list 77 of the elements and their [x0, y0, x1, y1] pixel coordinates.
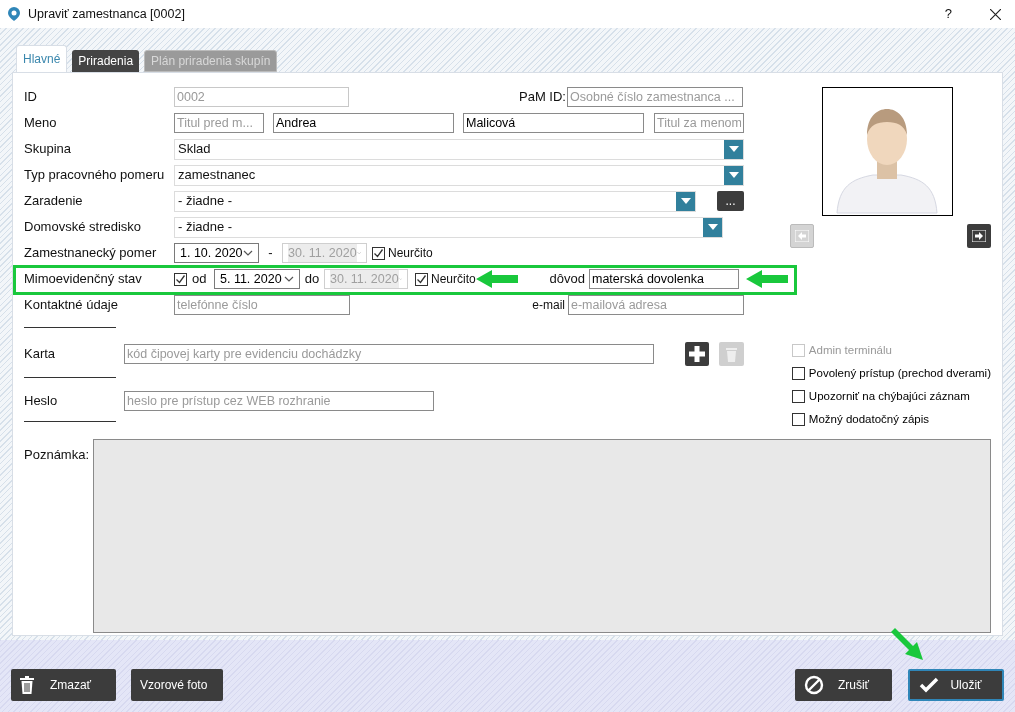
field-label: do	[303, 270, 321, 289]
checkbox[interactable]	[174, 272, 187, 286]
reason-field[interactable]: materská dovolenka	[589, 269, 739, 289]
annotation-arrow-icon	[889, 628, 925, 660]
next-photo-button[interactable]	[967, 224, 991, 248]
first-name-field[interactable]: Andrea	[273, 113, 454, 133]
chevron-down-icon	[356, 250, 361, 256]
field-label: Kontaktné údaje	[24, 296, 119, 315]
cancel-button[interactable]: Zrušiť	[795, 669, 892, 701]
checkbox-label: Neurčito	[431, 271, 476, 288]
add-button[interactable]	[685, 342, 709, 366]
sample-photo-button[interactable]: Vzorové foto	[131, 669, 223, 701]
start-date-field[interactable]: 5. 11. 2020	[214, 269, 300, 289]
checkbox[interactable]	[791, 367, 805, 380]
field-label: Domovské stredisko	[24, 218, 143, 237]
email-field[interactable]: e-mailová adresa	[568, 295, 744, 315]
arrow-left-icon	[794, 230, 809, 242]
title-before-field[interactable]: Titul pred m...	[174, 113, 264, 133]
more-button[interactable]: ...	[717, 191, 744, 211]
field-label: Karta	[24, 345, 57, 364]
last-name-field[interactable]: Malicová	[463, 113, 644, 133]
trash-icon	[20, 676, 34, 694]
caret-icon	[728, 172, 739, 178]
field-label: Heslo	[24, 392, 59, 411]
field-label: PaM ID:	[518, 88, 567, 107]
caret-icon	[728, 146, 739, 152]
start-date-field[interactable]: 1. 10. 2020	[174, 243, 259, 263]
card-code-field[interactable]: kód čipovej karty pre evidenciu dochádzky	[124, 344, 654, 364]
field-label: Poznámka:	[24, 446, 91, 464]
field-label: e-mail	[531, 297, 566, 314]
save-button[interactable]: Uložiť	[908, 669, 1004, 701]
tab[interactable]: Priradenia	[72, 50, 140, 72]
annotation-arrow-icon	[746, 270, 788, 288]
field-label: dôvod	[548, 270, 586, 289]
password-field[interactable]: heslo pre prístup cez WEB rozhranie	[124, 391, 434, 411]
field-label: Skupina	[24, 140, 72, 159]
field-label: ID	[24, 88, 38, 107]
caret-icon	[707, 224, 718, 230]
caret-icon	[680, 198, 691, 204]
checkbox-label: Možný dodatočný zápis	[808, 411, 929, 427]
field-label: Typ pracovného pomeru	[24, 166, 166, 185]
prohibited-icon	[804, 675, 824, 695]
home-center-dropdown[interactable]: - žiadne -	[174, 216, 723, 238]
employment-type-dropdown[interactable]: zamestnanec	[174, 164, 744, 186]
field-label: Meno	[24, 114, 58, 133]
title-after-field[interactable]: Titul za menom	[654, 113, 744, 133]
checkmark-icon	[919, 677, 939, 693]
group-dropdown[interactable]: Sklad	[174, 138, 744, 160]
trash-icon	[726, 346, 737, 362]
field-label: Mimoevidenčný stav	[24, 270, 143, 289]
help-button[interactable]: ?	[944, 4, 952, 24]
checkbox[interactable]	[791, 390, 805, 403]
phone-field[interactable]: telefónne číslo	[174, 295, 350, 315]
date-separator: -	[267, 244, 274, 263]
annotation-arrow-icon	[476, 270, 518, 288]
location-pin-icon	[8, 7, 20, 21]
checkbox-label: Admin terminálu	[808, 342, 892, 358]
personal-number-field[interactable]: Osobné číslo zamestnanca ...	[567, 87, 743, 107]
checkbox-label: Neurčito	[388, 245, 433, 262]
field-label: od	[192, 270, 208, 289]
field-label: Zamestnanecký pomer	[24, 244, 158, 263]
window-title: Upraviť zamestnanca [0002]	[28, 5, 185, 23]
arrow-right-icon	[972, 230, 986, 242]
field-label: Zaradenie	[24, 192, 84, 211]
note-field[interactable]	[92, 439, 991, 633]
assignment-dropdown[interactable]: - žiadne -	[174, 190, 696, 212]
plus-icon	[689, 346, 705, 362]
checkbox-label: Upozorniť na chýbajúci záznam	[808, 388, 970, 404]
close-icon[interactable]	[990, 8, 1001, 20]
checkbox[interactable]	[372, 246, 385, 260]
delete-button[interactable]: Zmazať	[11, 669, 116, 701]
checkbox[interactable]	[791, 413, 805, 426]
chevron-down-icon	[243, 250, 253, 256]
checkbox[interactable]	[415, 272, 428, 286]
chevron-down-icon	[284, 276, 294, 282]
tab[interactable]: Hlavné	[16, 45, 68, 72]
checkbox-label: Povolený prístup (prechod dverami)	[808, 365, 991, 381]
